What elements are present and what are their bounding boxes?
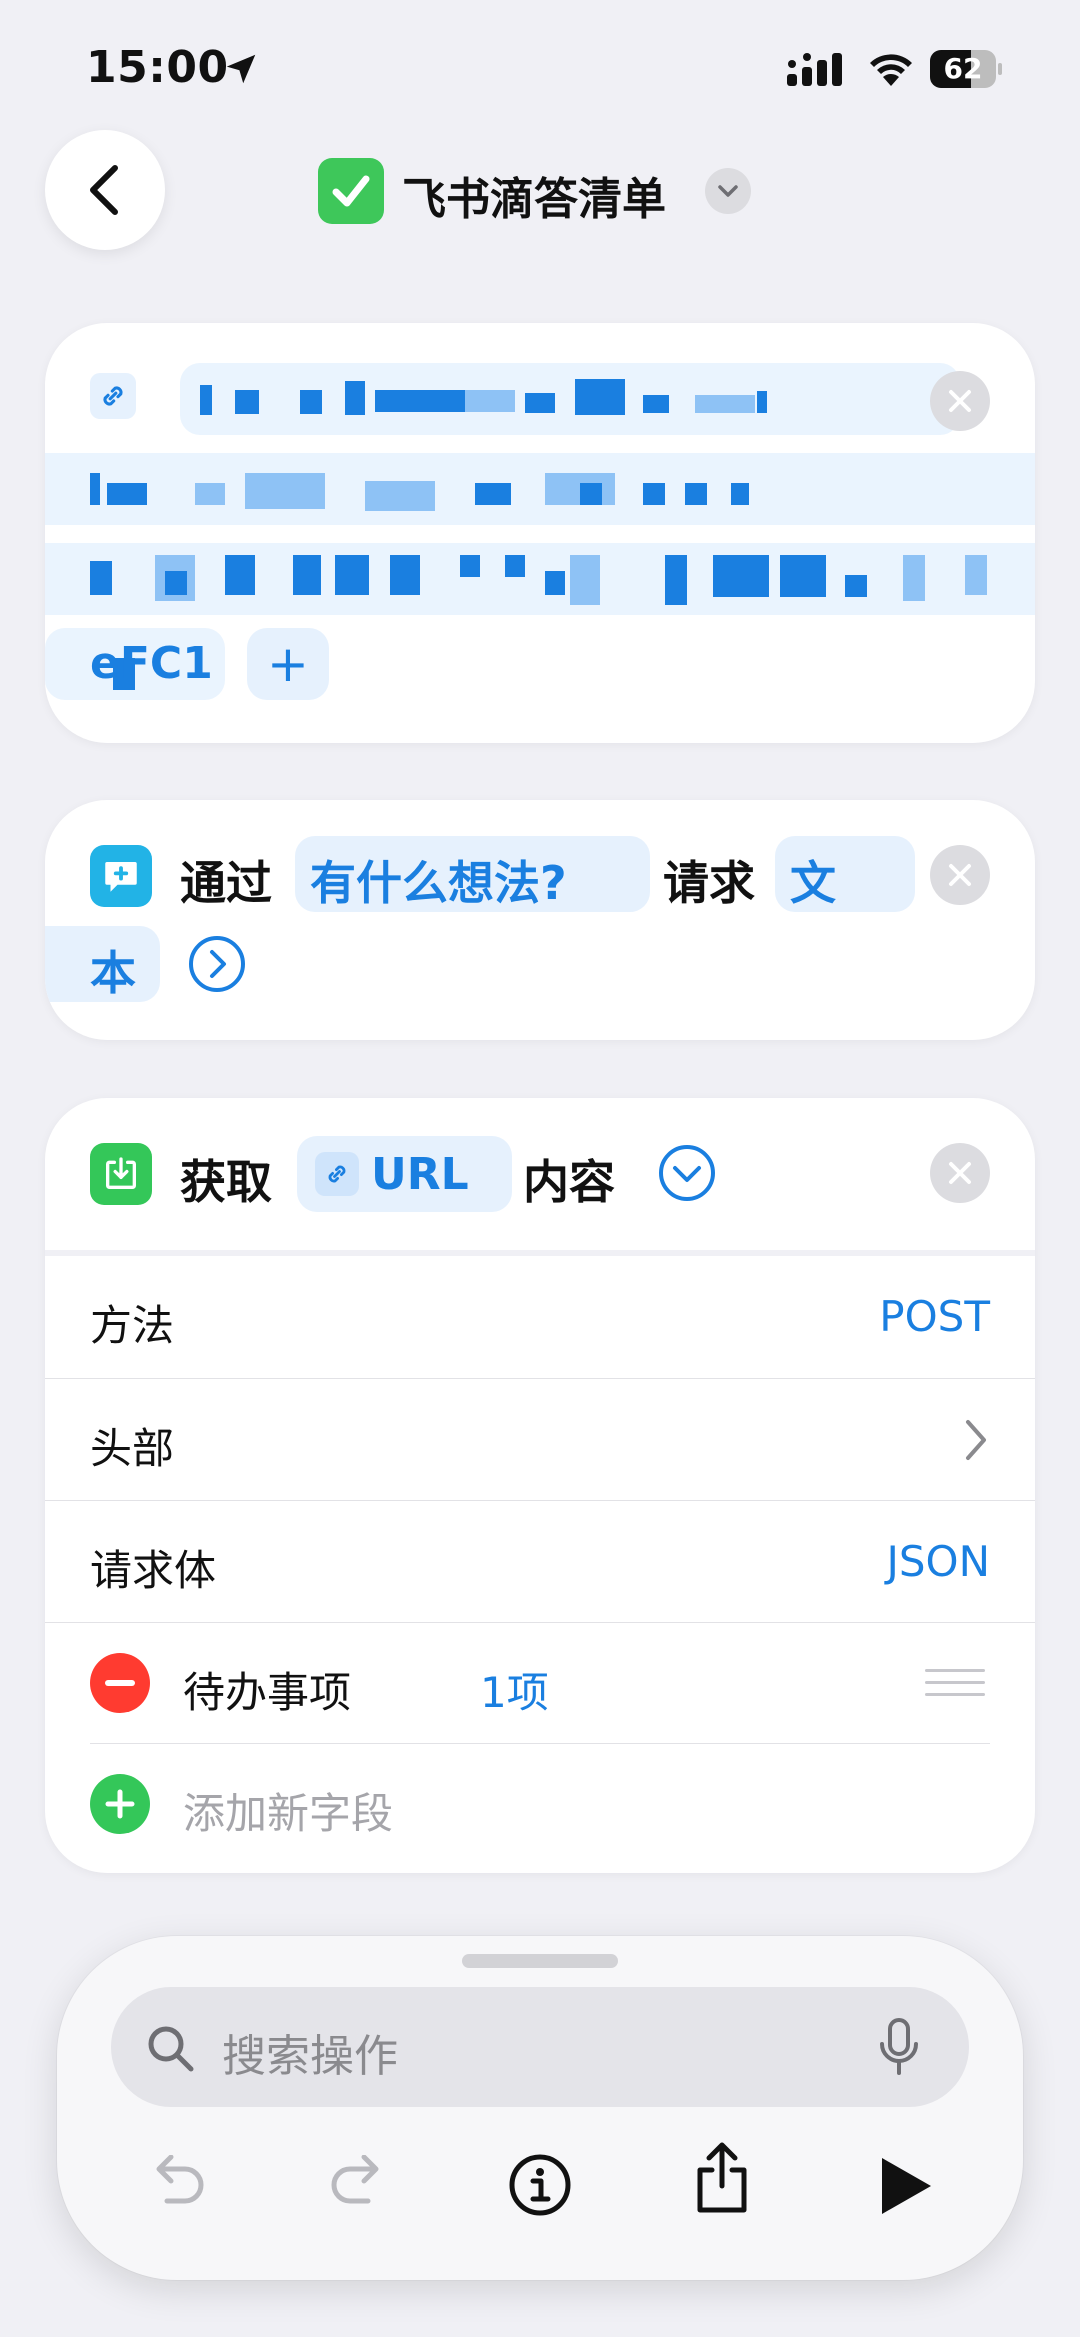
request-body-value[interactable]: JSON <box>886 1537 990 1586</box>
cellular-signal-icon <box>787 53 842 86</box>
download-icon-box <box>90 1143 152 1205</box>
share-icon[interactable] <box>692 2140 752 2216</box>
panel-grabber[interactable] <box>462 1954 618 1968</box>
microphone-icon[interactable] <box>878 2017 920 2079</box>
add-variable-label: + <box>267 635 309 693</box>
json-field-row[interactable]: 待办事项 1项 <box>45 1623 1035 1743</box>
field-value[interactable]: 1项 <box>480 1659 549 1720</box>
reorder-handle-icon[interactable] <box>925 1667 985 1699</box>
close-icon <box>949 864 971 886</box>
url-variable-token[interactable]: URL <box>297 1136 512 1212</box>
fetch-verb: 获取 <box>180 1155 272 1209</box>
plus-icon <box>105 1789 135 1819</box>
shortcut-title[interactable]: 飞书滴答清单 <box>402 163 666 227</box>
ask-middle: 请求 <box>663 856 755 910</box>
back-button[interactable] <box>45 130 165 250</box>
title-menu-button[interactable] <box>705 168 751 214</box>
search-placeholder: 搜索操作 <box>222 2031 398 2082</box>
close-icon <box>949 1162 971 1184</box>
remove-field-button[interactable] <box>90 1653 150 1713</box>
add-field-label: 添加新字段 <box>183 1789 394 1838</box>
remove-url-action-button[interactable] <box>930 371 990 431</box>
prompt-field[interactable]: 有什么想法? <box>295 836 650 912</box>
redo-icon[interactable] <box>328 2155 390 2211</box>
close-icon <box>949 390 971 412</box>
location-arrow-icon <box>226 54 256 84</box>
play-icon[interactable] <box>878 2155 934 2217</box>
undo-icon[interactable] <box>145 2155 207 2211</box>
add-field-button[interactable] <box>90 1774 150 1834</box>
status-time: 15:00 <box>86 42 229 93</box>
ask-prefix: 通过 <box>180 856 272 910</box>
add-variable-button[interactable]: + <box>247 628 329 700</box>
headers-label: 头部 <box>90 1424 175 1473</box>
info-icon[interactable] <box>508 2153 572 2217</box>
chevron-down-circle-icon <box>659 1145 715 1201</box>
speech-bubble-plus-icon <box>105 862 137 892</box>
expand-options-button[interactable] <box>188 935 246 993</box>
url-token-label: URL <box>371 1148 469 1200</box>
fetch-suffix: 内容 <box>523 1155 615 1209</box>
get-url-contents-card: 获取 URL 内容 方法 POST 头部 请求体 JSON 待办事项 1项 添加… <box>45 1098 1035 1873</box>
input-type-part2: 本 <box>90 946 136 1000</box>
remove-fetch-action-button[interactable] <box>930 1143 990 1203</box>
search-icon <box>148 2026 194 2072</box>
prompt-text: 有什么想法? <box>310 856 567 910</box>
url-action-card: eFC1 + <box>45 323 1035 743</box>
chevron-right-circle-icon <box>189 936 245 992</box>
minus-icon <box>105 1680 135 1686</box>
request-body-row[interactable]: 请求体 JSON <box>45 1501 1035 1622</box>
method-row[interactable]: 方法 POST <box>45 1256 1035 1378</box>
chevron-left-icon <box>90 165 118 215</box>
url-text-tail: eFC1 <box>90 638 213 689</box>
checkmark-icon <box>332 175 370 207</box>
battery-indicator: 62 <box>930 50 1002 88</box>
input-type-field[interactable]: 文 <box>775 836 915 912</box>
download-tray-icon <box>106 1157 136 1189</box>
add-field-row[interactable]: 添加新字段 <box>45 1744 1035 1864</box>
chevron-right-icon <box>966 1420 986 1460</box>
input-type-part1: 文 <box>790 856 836 910</box>
ask-input-icon-box <box>90 845 152 907</box>
method-value[interactable]: POST <box>879 1292 990 1341</box>
wifi-icon <box>870 54 912 86</box>
expand-fetch-options-button[interactable] <box>658 1144 716 1202</box>
battery-percent: 62 <box>943 52 983 85</box>
chevron-down-icon <box>718 185 738 197</box>
link-icon <box>328 1165 346 1183</box>
request-body-label: 请求体 <box>90 1546 217 1595</box>
field-key[interactable]: 待办事项 <box>183 1659 351 1720</box>
ask-input-action-card: 通过 有什么想法? 请求 文 本 <box>45 800 1035 1040</box>
input-type-field-cont[interactable]: 本 <box>45 926 160 1002</box>
url-token-icon-box <box>315 1152 359 1196</box>
shortcut-app-icon <box>318 158 384 224</box>
method-label: 方法 <box>90 1301 175 1350</box>
headers-row[interactable]: 头部 <box>45 1379 1035 1500</box>
remove-ask-action-button[interactable] <box>930 845 990 905</box>
